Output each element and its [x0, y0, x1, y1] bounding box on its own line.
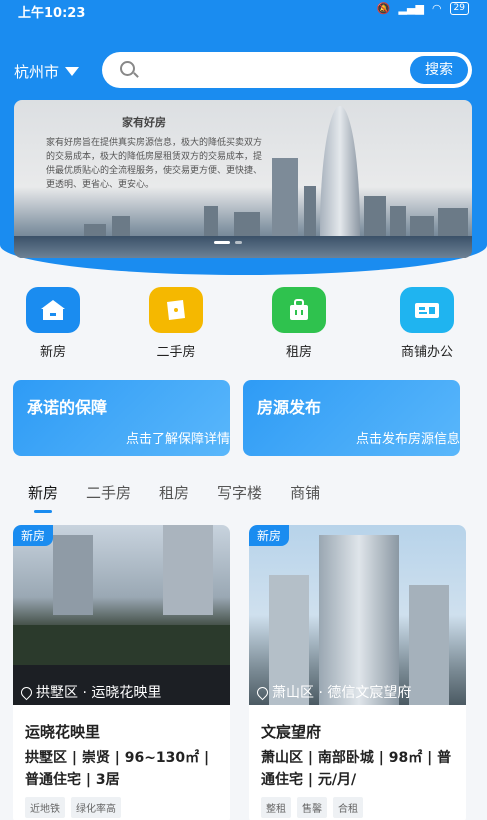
- category-label: 租房: [285, 345, 312, 360]
- category-shop-office[interactable]: 商铺办公: [382, 287, 472, 360]
- promo-subtitle: 点击了解保障详情: [125, 432, 230, 447]
- city-selector[interactable]: 杭州市: [14, 61, 80, 82]
- building-shape: [272, 158, 298, 246]
- dropdown-triangle-icon: [65, 67, 80, 76]
- banner-water: [14, 236, 472, 258]
- building-shape: [53, 535, 93, 615]
- category-rent[interactable]: 租房: [254, 287, 344, 360]
- banner-carousel[interactable]: 家有好房 家有好房旨在提供真实房源信息，极大的降低买卖双方的交易成本，极大的降低…: [14, 100, 472, 258]
- listing-tag: 整租: [261, 797, 291, 818]
- carousel-dot[interactable]: [214, 241, 230, 244]
- tab-second-hand[interactable]: 二手房: [86, 482, 131, 503]
- listing-tag: 合租: [333, 797, 363, 818]
- banner-text: 家有好房旨在提供真实房源信息，极大的降低买卖双方的交易成本，极大的降低房屋租赁双…: [46, 138, 263, 190]
- search-button[interactable]: 搜索: [410, 56, 468, 84]
- listing-tag: 绿化率高: [71, 797, 121, 818]
- category-new-house[interactable]: 新房: [8, 287, 98, 360]
- promo-title: 房源发布: [257, 398, 322, 417]
- house-icon: [26, 287, 80, 333]
- tab-shop[interactable]: 商铺: [290, 482, 320, 503]
- carousel-indicator: [214, 241, 242, 244]
- signal-icon: ▂▄▆: [398, 2, 424, 15]
- box-icon: [149, 287, 203, 333]
- tab-rent[interactable]: 租房: [159, 482, 189, 503]
- category-second-hand[interactable]: 二手房: [131, 287, 221, 360]
- listing-name: 文宸望府: [261, 723, 322, 741]
- city-label: 杭州市: [14, 63, 60, 81]
- listing-name: 运晓花映里: [25, 723, 101, 741]
- category-row: 新房 二手房 租房 商铺办公: [0, 287, 487, 360]
- listing-tags: 近地铁 绿化率高: [25, 797, 121, 818]
- status-icons: 🔕 ▂▄▆ ◠ 29: [377, 2, 469, 15]
- listing-location: 拱墅区 · 运晓花映里: [18, 682, 162, 702]
- new-house-badge: 新房: [13, 525, 54, 546]
- promo-subtitle: 点击发布房源信息: [355, 432, 460, 447]
- promo-publish-card[interactable]: 房源发布 点击发布房源信息: [243, 380, 460, 456]
- listing-image: [249, 525, 466, 705]
- listing-tag: 近地铁: [25, 797, 65, 818]
- wifi-icon: ◠: [431, 2, 442, 15]
- promo-title: 承诺的保障: [27, 398, 108, 417]
- listing-card[interactable]: 新房 拱墅区 · 运晓花映里 运晓花映里 拱墅区 | 崇贤 | 96~130㎡ …: [13, 525, 230, 820]
- building-shape: [319, 535, 399, 705]
- listing-card[interactable]: 新房 萧山区 · 德信文宸望府 文宸望府 萧山区 | 南部卧城 | 98㎡ | …: [249, 525, 466, 820]
- building-shape: [409, 585, 449, 705]
- listing-tags: 整租 售馨 合租: [261, 797, 363, 818]
- building-shape: [163, 525, 213, 615]
- location-text: 萧山区 · 德信文宸望府: [272, 685, 412, 701]
- listing-image: [13, 525, 230, 705]
- carousel-dot[interactable]: [235, 241, 242, 244]
- listing-location: 萧山区 · 德信文宸望府: [254, 682, 412, 702]
- status-time: 上午10:23: [18, 6, 86, 21]
- location-text: 拱墅区 · 运晓花映里: [36, 685, 162, 701]
- new-house-badge: 新房: [249, 525, 290, 546]
- listing-tabs: 新房 二手房 租房 写字楼 商铺: [28, 482, 320, 513]
- tab-new-house[interactable]: 新房: [28, 482, 58, 513]
- category-label: 二手房: [156, 345, 196, 360]
- status-bar: 上午10:23 🔕 ▂▄▆ ◠ 29: [0, 0, 487, 22]
- tree-shape: [13, 625, 230, 665]
- listing-tag: 售馨: [297, 797, 327, 818]
- category-label: 新房: [39, 345, 66, 360]
- location-pin-icon: [18, 684, 35, 700]
- listing-info: 萧山区 | 南部卧城 | 98㎡ | 普通住宅 | 元/月/: [261, 750, 452, 788]
- tower-shape: [320, 106, 360, 246]
- search-bar[interactable]: 搜索: [102, 52, 472, 88]
- mute-icon: 🔕: [376, 2, 391, 15]
- banner-title: 家有好房: [122, 116, 166, 129]
- tab-office[interactable]: 写字楼: [217, 482, 262, 503]
- office-icon: [400, 287, 454, 333]
- listing-info: 拱墅区 | 崇贤 | 96~130㎡ | 普通住宅 | 3居: [25, 750, 210, 788]
- promo-guarantee-card[interactable]: 承诺的保障 点击了解保障详情: [13, 380, 230, 456]
- bag-icon: [272, 287, 326, 333]
- battery-icon: 29: [449, 2, 469, 15]
- search-icon: [120, 61, 135, 76]
- location-pin-icon: [254, 684, 271, 700]
- category-label: 商铺办公: [400, 345, 453, 360]
